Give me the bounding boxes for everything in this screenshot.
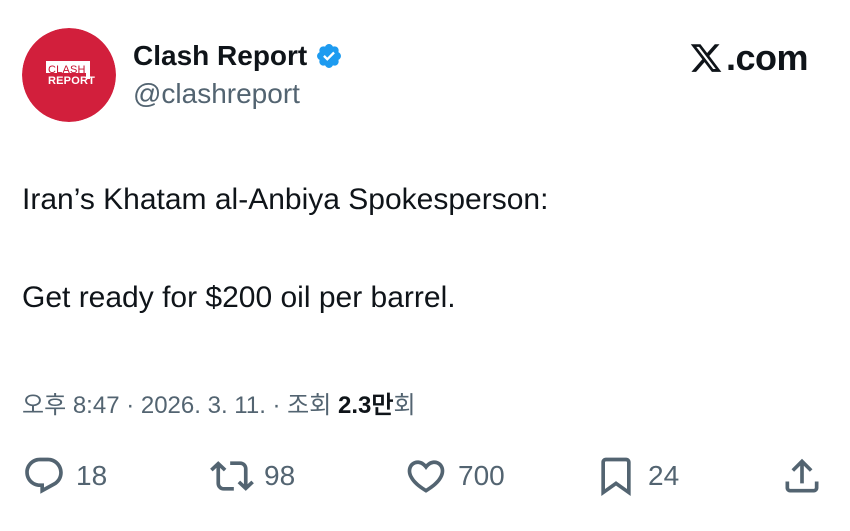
action-bar: 18 98 700 24 (22, 451, 828, 501)
avatar-logo-line2: REPORT (48, 75, 96, 87)
author-handle[interactable]: @clashreport (133, 78, 300, 110)
reply-icon (25, 457, 63, 494)
share-icon (785, 458, 819, 493)
avatar[interactable]: CLASH REPORT (22, 28, 116, 122)
bookmark-icon (601, 457, 631, 497)
share-button[interactable] (780, 451, 824, 501)
like-button[interactable]: 700 (404, 451, 505, 501)
reply-count: 18 (76, 460, 108, 491)
reply-button[interactable]: 18 (22, 451, 107, 501)
tweet-meta: 오후 8:47 · 2026. 3. 11. · 조회 2.3만회 (22, 385, 416, 420)
tweet-text-line: Get ready for $200 oil per barrel. (22, 281, 456, 314)
x-logo-icon (690, 44, 722, 72)
bookmark-count: 24 (648, 460, 680, 491)
verified-badge-icon (317, 44, 342, 68)
x-com-brand: .com (688, 37, 809, 78)
author-name-row: Clash Report (133, 38, 343, 74)
view-count: 2.3만 (338, 392, 394, 419)
repost-count: 98 (264, 460, 296, 491)
bookmark-button[interactable]: 24 (594, 451, 679, 501)
repost-button[interactable]: 98 (210, 451, 295, 501)
view-count-suffix: 회 (393, 392, 416, 419)
tweet-timestamp[interactable]: 오후 8:47 · 2026. 3. 11. · 조회 (22, 392, 338, 419)
repost-icon (210, 461, 254, 491)
heart-icon (407, 460, 445, 493)
author-display-name[interactable]: Clash Report (133, 40, 307, 72)
tweet-text-line: Iran’s Khatam al-Anbiya Spokesperson: (22, 183, 549, 216)
like-count: 700 (458, 460, 505, 491)
brand-domain-text: .com (725, 37, 809, 78)
